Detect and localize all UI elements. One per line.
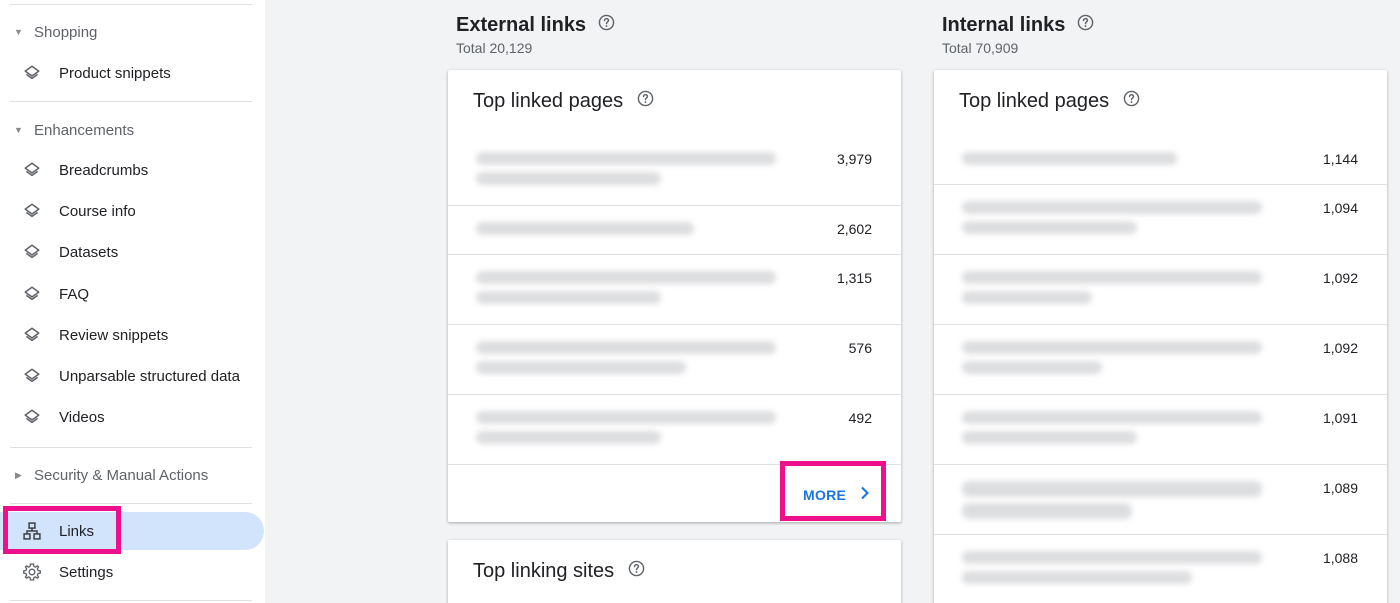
sidebar: ▼ Shopping Product snippets ▼ Enhancemen…	[0, 0, 265, 603]
divider	[10, 4, 252, 5]
sidebar-item-label: Datasets	[59, 243, 119, 261]
divider	[10, 503, 252, 504]
blurred-url	[474, 255, 804, 315]
table-row[interactable]: 1,088	[934, 535, 1387, 603]
table-row[interactable]: 576	[448, 325, 901, 395]
section-label: Enhancements	[34, 121, 135, 139]
link-count: 1,092	[1322, 270, 1358, 286]
sidebar-item-label: Breadcrumbs	[59, 161, 149, 179]
link-count: 576	[848, 340, 872, 356]
layers-icon	[0, 243, 59, 261]
link-count: 1,092	[1322, 340, 1358, 356]
link-count: 1,144	[1322, 151, 1358, 167]
caret-down-icon: ▼	[14, 125, 23, 135]
sidebar-item-unparsable-structured-data[interactable]: Unparsable structured data	[0, 357, 265, 395]
sidebar-item-label: FAQ	[59, 285, 90, 303]
link-count: 2,602	[836, 221, 872, 237]
table-row[interactable]: 492	[448, 395, 901, 465]
help-icon[interactable]	[1123, 90, 1140, 113]
card-title: Top linked pages	[959, 90, 1110, 112]
table-row[interactable]: 1,089	[934, 465, 1387, 535]
blurred-url	[960, 465, 1290, 525]
more-button[interactable]: MORE	[803, 486, 870, 503]
sidebar-item-faq[interactable]: FAQ	[0, 275, 265, 313]
sidebar-item-label: Links	[59, 522, 95, 540]
link-count: 1,094	[1322, 200, 1358, 216]
layers-icon	[0, 202, 59, 220]
gear-icon	[0, 562, 59, 582]
table-row[interactable]: 1,144	[934, 136, 1387, 185]
internal-links-header: Internal links Total 70,909	[942, 12, 1094, 56]
section-label: Shopping	[34, 23, 98, 41]
link-count: 3,979	[836, 151, 872, 167]
table-row[interactable]: 1,092	[934, 325, 1387, 395]
section-shopping[interactable]: ▼ Shopping	[0, 17, 97, 47]
blurred-url	[960, 185, 1290, 245]
sidebar-item-label: Product snippets	[59, 64, 171, 82]
blurred-url	[474, 136, 804, 196]
sidebar-item-label: Review snippets	[59, 326, 169, 344]
blurred-url	[960, 535, 1290, 595]
blurred-url	[960, 395, 1290, 455]
link-count: 1,089	[1322, 480, 1358, 496]
layers-icon	[0, 64, 59, 82]
card-title: Top linking sites	[473, 560, 615, 582]
help-icon[interactable]	[637, 90, 654, 113]
chevron-right-icon	[860, 486, 870, 503]
internal-links-total: Total 70,909	[942, 40, 1019, 56]
table-row[interactable]: 1,315	[448, 255, 901, 325]
sidebar-item-label: Course info	[59, 202, 136, 220]
blurred-url	[960, 325, 1290, 385]
section-security-manual-actions[interactable]: ▶ Security & Manual Actions	[0, 460, 208, 490]
help-icon[interactable]	[598, 14, 615, 37]
link-count: 492	[848, 410, 872, 426]
table-row[interactable]: 3,979	[448, 136, 901, 206]
external-links-title: External links	[456, 13, 587, 36]
layers-icon	[0, 161, 59, 179]
layers-icon	[0, 326, 59, 344]
external-top-linked-pages-card: Top linked pages 3,979 2,602 1,315 576 4…	[448, 70, 901, 522]
table-row[interactable]: 2,602	[448, 206, 901, 255]
divider	[10, 447, 252, 448]
section-label: Security & Manual Actions	[34, 466, 209, 484]
divider	[10, 101, 252, 102]
sidebar-item-label: Unparsable structured data	[59, 367, 240, 385]
divider	[10, 600, 252, 601]
sidebar-item-review-snippets[interactable]: Review snippets	[0, 316, 265, 354]
sidebar-item-links[interactable]: Links	[0, 512, 264, 550]
external-top-linking-sites-card: Top linking sites	[448, 540, 901, 603]
layers-icon	[0, 285, 59, 303]
sidebar-item-product-snippets[interactable]: Product snippets	[0, 54, 265, 92]
table-row[interactable]: 1,094	[934, 185, 1387, 255]
sidebar-item-label: Settings	[59, 563, 114, 581]
sidebar-item-label: Videos	[59, 408, 105, 426]
blurred-url	[474, 325, 804, 385]
help-icon[interactable]	[1077, 14, 1094, 37]
help-icon[interactable]	[628, 560, 645, 583]
internal-top-linked-pages-card: Top linked pages 1,144 1,094 1,092 1,092	[934, 70, 1387, 603]
internal-links-title: Internal links	[942, 13, 1066, 36]
card-title: Top linked pages	[473, 90, 624, 112]
link-count: 1,091	[1322, 410, 1358, 426]
sidebar-item-datasets[interactable]: Datasets	[0, 233, 265, 271]
layers-icon	[0, 367, 59, 385]
blurred-url	[474, 395, 804, 455]
blurred-url	[960, 255, 1290, 315]
sidebar-item-videos[interactable]: Videos	[0, 398, 265, 436]
external-links-total: Total 20,129	[456, 40, 533, 56]
sidebar-item-course-info[interactable]: Course info	[0, 192, 265, 230]
section-enhancements[interactable]: ▼ Enhancements	[0, 115, 134, 145]
caret-down-icon: ▼	[14, 27, 23, 37]
link-count: 1,088	[1322, 550, 1358, 566]
layers-icon	[0, 408, 59, 426]
more-button-label: MORE	[803, 486, 847, 503]
external-links-header: External links Total 20,129	[456, 12, 615, 56]
link-count: 1,315	[836, 270, 872, 286]
table-row[interactable]: 1,091	[934, 395, 1387, 465]
sitemap-icon	[0, 521, 59, 541]
caret-right-icon: ▶	[15, 469, 22, 480]
sidebar-item-breadcrumbs[interactable]: Breadcrumbs	[0, 151, 265, 189]
sidebar-item-settings[interactable]: Settings	[0, 553, 265, 591]
table-row[interactable]: 1,092	[934, 255, 1387, 325]
